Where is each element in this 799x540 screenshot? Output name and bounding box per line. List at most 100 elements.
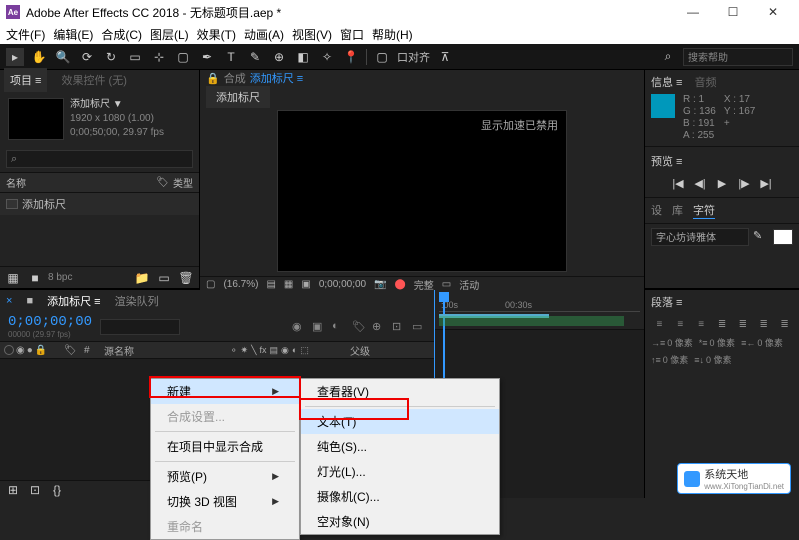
submenu-viewer[interactable]: 查看器(V): [301, 379, 499, 404]
switch-adjustment-icon[interactable]: ◐: [292, 345, 297, 356]
indent-first[interactable]: *≡ 0 像素: [699, 336, 735, 349]
align-right-icon[interactable]: ≡: [693, 316, 710, 332]
tab-project[interactable]: 项目 ≡: [4, 68, 47, 92]
play-button[interactable]: ▶: [713, 175, 731, 191]
zoom-level[interactable]: (16.7%): [223, 279, 258, 290]
space-after[interactable]: ≡↓ 0 像素: [694, 353, 731, 366]
snapping-toggle[interactable]: ▢: [373, 48, 391, 66]
project-search-input[interactable]: ⌕: [6, 150, 193, 168]
eyedropper-icon[interactable]: ✎: [753, 229, 769, 245]
close-button[interactable]: ✕: [753, 0, 793, 24]
tl-icon-5[interactable]: ⊕: [372, 320, 386, 334]
submenu-null[interactable]: 空对象(N): [301, 509, 499, 534]
puppet-tool-icon[interactable]: 📍: [342, 48, 360, 66]
menu-edit[interactable]: 编辑(E): [53, 26, 93, 43]
viewer-timecode[interactable]: 0;00;00;00: [319, 279, 366, 290]
col-name[interactable]: 名称: [6, 175, 26, 190]
menu-switch-3d[interactable]: 切换 3D 视图▶: [151, 489, 299, 514]
view-icon[interactable]: ▭: [442, 279, 451, 290]
hand-tool-icon[interactable]: ✋: [30, 48, 48, 66]
menu-view[interactable]: 视图(V): [292, 26, 332, 43]
tl-icon-1[interactable]: ◉: [292, 320, 306, 334]
menu-window[interactable]: 窗口: [340, 26, 364, 43]
menu-new[interactable]: 新建▶: [151, 379, 299, 404]
orbit-tool-icon[interactable]: ⟳: [78, 48, 96, 66]
toggle-in-out-icon[interactable]: {}: [48, 481, 66, 499]
timeline-timecode[interactable]: 0;00;00;00: [8, 314, 92, 330]
menu-comp-settings[interactable]: 合成设置...: [151, 404, 299, 429]
font-family-select[interactable]: 字心坊诗雅体: [651, 228, 749, 246]
menu-rename[interactable]: 重命名: [151, 514, 299, 539]
switch-3d-icon[interactable]: ⬚: [300, 345, 309, 356]
justify-last-center-icon[interactable]: ≣: [734, 316, 751, 332]
tab-library[interactable]: 库: [672, 202, 683, 219]
tab-audio[interactable]: 音频: [694, 74, 716, 90]
type-tool-icon[interactable]: T: [222, 48, 240, 66]
zoom-tool-icon[interactable]: 🔍: [54, 48, 72, 66]
shape-tool-icon[interactable]: ▢: [174, 48, 192, 66]
tl-icon-2[interactable]: ▣: [312, 320, 326, 334]
parent-col[interactable]: 父级: [350, 343, 430, 358]
bpc-label[interactable]: 8 bpc: [48, 272, 72, 283]
interpret-icon[interactable]: ▦: [4, 269, 22, 287]
tab-effect-controls[interactable]: 效果控件 (无): [55, 68, 132, 92]
switch-quality-icon[interactable]: ╲: [251, 345, 256, 356]
new-folder-icon[interactable]: 📁: [133, 269, 151, 287]
snap-option-icon[interactable]: ⊼: [436, 48, 454, 66]
justify-last-right-icon[interactable]: ≣: [755, 316, 772, 332]
menu-effect[interactable]: 效果(T): [197, 26, 236, 43]
space-before[interactable]: ↑≡ 0 像素: [651, 353, 688, 366]
switch-shy-icon[interactable]: ⚬: [230, 345, 238, 356]
minimize-button[interactable]: —: [673, 0, 713, 24]
submenu-solid[interactable]: 纯色(S)...: [301, 434, 499, 459]
tab-info[interactable]: 信息 ≡: [651, 74, 682, 90]
composition-canvas[interactable]: 显示加速已禁用: [277, 110, 567, 272]
first-frame-button[interactable]: |◀: [669, 175, 687, 191]
menu-animation[interactable]: 动画(A): [244, 26, 284, 43]
project-item-row[interactable]: 添加标尺: [0, 193, 199, 215]
mask-icon[interactable]: ▣: [301, 279, 310, 290]
toggle-modes-icon[interactable]: ⊡: [26, 481, 44, 499]
col-type[interactable]: 类型: [173, 175, 193, 190]
tl-icon-3[interactable]: ◐: [332, 320, 346, 334]
indent-left[interactable]: →≡ 0 像素: [651, 336, 693, 349]
submenu-camera[interactable]: 摄像机(C)...: [301, 484, 499, 509]
last-frame-button[interactable]: ▶|: [757, 175, 775, 191]
selection-tool-icon[interactable]: ▸: [6, 48, 24, 66]
channel-icon[interactable]: ⬤: [395, 279, 406, 290]
camera-tool-icon[interactable]: ▭: [126, 48, 144, 66]
grid-icon[interactable]: ▦: [284, 279, 293, 290]
next-frame-button[interactable]: |▶: [735, 175, 753, 191]
snapping-label[interactable]: 口对齐: [397, 49, 430, 65]
viewer-lock-icon[interactable]: 🔒: [206, 72, 220, 85]
justify-all-icon[interactable]: ≣: [776, 316, 793, 332]
source-name-col[interactable]: 源名称: [104, 343, 230, 358]
prev-frame-button[interactable]: ◀|: [691, 175, 709, 191]
tab-settings[interactable]: 设: [651, 202, 662, 219]
tl-icon-6[interactable]: ⊡: [392, 320, 406, 334]
justify-last-left-icon[interactable]: ≣: [714, 316, 731, 332]
clone-tool-icon[interactable]: ⊕: [270, 48, 288, 66]
brush-tool-icon[interactable]: ✎: [246, 48, 264, 66]
maximize-button[interactable]: ☐: [713, 0, 753, 24]
timeline-lock-icon[interactable]: ■: [26, 295, 33, 307]
viewer-mode-icon[interactable]: ▢: [206, 279, 215, 290]
toggle-switches-icon[interactable]: ⊞: [4, 481, 22, 499]
indent-right[interactable]: ≡← 0 像素: [741, 336, 783, 349]
text-color-chip[interactable]: [773, 229, 793, 245]
align-center-icon[interactable]: ≡: [672, 316, 689, 332]
switch-collapse-icon[interactable]: ✷: [241, 345, 249, 356]
label-col-icon[interactable]: 🏷: [64, 345, 84, 356]
switch-motion-blur-icon[interactable]: ◉: [281, 345, 289, 356]
resolution-icon[interactable]: ▤: [266, 279, 275, 290]
menu-composition[interactable]: 合成(C): [101, 26, 142, 43]
lock-col-icon[interactable]: 🔒: [35, 345, 47, 356]
trash-icon[interactable]: 🗑: [177, 269, 195, 287]
tab-character[interactable]: 字符: [693, 202, 715, 219]
align-left-icon[interactable]: ≡: [651, 316, 668, 332]
new-comp-icon[interactable]: ▭: [155, 269, 173, 287]
timeline-render-tab[interactable]: 渲染队列: [115, 293, 159, 309]
viewer-subtab[interactable]: 添加标尺: [206, 86, 270, 108]
switch-fx-icon[interactable]: fx: [260, 345, 267, 356]
tl-icon-7[interactable]: ▭: [412, 320, 426, 334]
